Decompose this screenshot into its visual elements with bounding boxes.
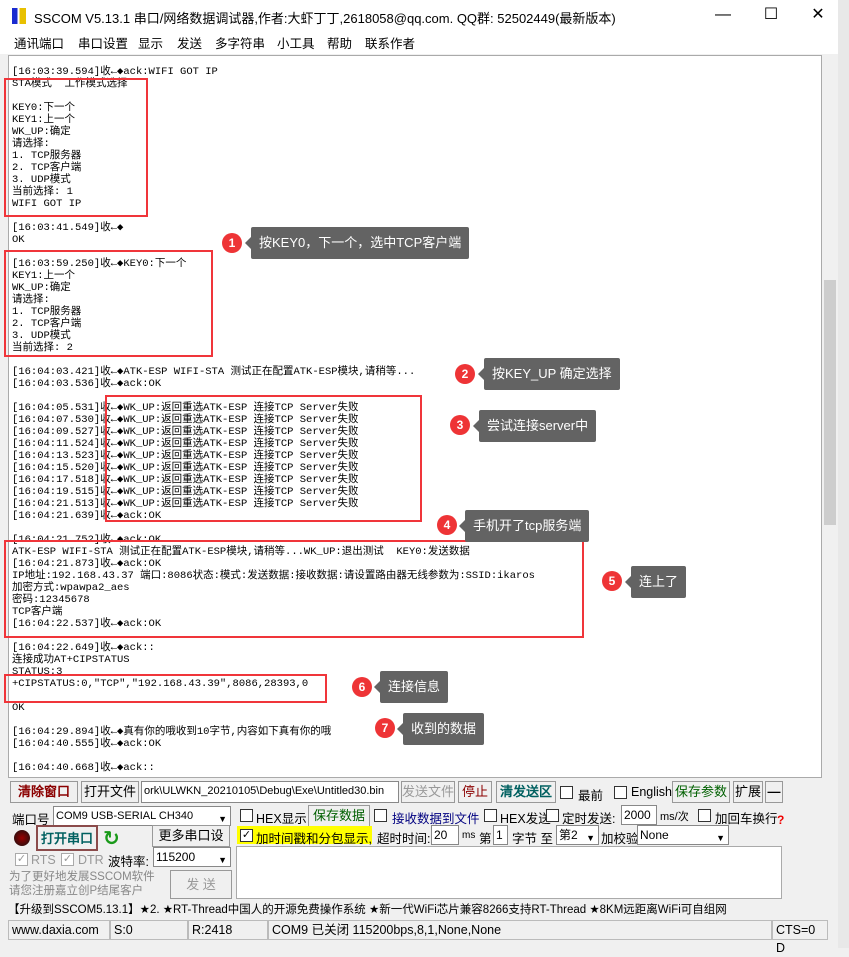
timeout-input[interactable]: 20 [431, 825, 459, 845]
hex-display-label: HEX显示 [256, 812, 307, 826]
annotation-number: 2 [455, 364, 475, 384]
open-port-button[interactable]: 打开串口 [36, 825, 98, 851]
timestamp-label: 加时间戳和分包显示, [256, 832, 372, 846]
menu-bar: 通讯端口 串口设置 显示 发送 多字符串 小工具 帮助 联系作者 [0, 30, 838, 54]
interval-unit: ms/次 [660, 811, 689, 823]
status-cts: CTS=0 D [772, 920, 828, 955]
checksum-label: 加校验 [601, 832, 639, 846]
annotation-number: 4 [437, 515, 457, 535]
close-button[interactable]: ✕ [795, 0, 841, 30]
send-button[interactable]: 发 送 [170, 870, 232, 899]
port-select[interactable]: COM9 USB-SERIAL CH340 [53, 806, 231, 826]
add-crlf-checkbox[interactable] [698, 809, 711, 822]
status-website[interactable]: www.daxia.com [8, 920, 110, 940]
interval-input[interactable]: 2000 [621, 805, 657, 825]
highlight-box-4 [4, 540, 584, 638]
topmost-label: 最前 [578, 789, 604, 803]
topmost-checkbox[interactable] [560, 786, 573, 799]
timed-send-checkbox[interactable] [546, 809, 559, 822]
help-icon[interactable]: ? [777, 813, 784, 827]
timeout-label: 超时时间: [377, 832, 431, 846]
annotation-callout: 收到的数据 [396, 713, 485, 745]
status-sent-count: S:0 [110, 920, 188, 940]
background-window [838, 0, 849, 948]
baud-label: 波特率: [108, 855, 149, 869]
highlight-box-1 [4, 78, 148, 217]
hex-send-checkbox[interactable] [484, 809, 497, 822]
expand-button[interactable]: 扩展 [733, 781, 763, 803]
log-line: [16:04:22.649]收←◆ack:: [12, 642, 155, 654]
dtr-label: DTR [78, 853, 104, 867]
title-bar: SSCOM V5.13.1 串口/网络数据调试器,作者:大虾丁丁,2618058… [0, 0, 838, 30]
rts-label: RTS [31, 853, 56, 867]
save-data-button[interactable]: 保存数据 [308, 805, 370, 827]
byte-to-label: 字节 至 [512, 832, 553, 846]
annotation-callout: 手机开了tcp服务端 [458, 510, 590, 542]
annotation-callout: 连接信息 [373, 671, 449, 703]
send-file-button[interactable]: 发送文件 [401, 781, 455, 803]
highlight-box-2 [4, 250, 213, 357]
english-checkbox[interactable] [614, 786, 627, 799]
log-scrollbar-thumb[interactable] [824, 280, 836, 525]
app-logo-icon [12, 8, 26, 24]
annotation-callout: 按KEY0，下一个，选中TCP客户端 [244, 227, 470, 259]
port-status-indicator-icon [14, 830, 30, 846]
annotation-number: 5 [602, 571, 622, 591]
menu-help[interactable]: 帮助 [327, 33, 352, 52]
menu-serial-settings[interactable]: 串口设置 [78, 33, 128, 52]
promo-text[interactable]: 为了更好地发展SSCOM软件 请您注册嘉立创P结尾客户 [9, 870, 155, 898]
recv-to-file-checkbox[interactable] [374, 809, 387, 822]
log-line: [16:04:40.668]收←◆ack:: [12, 762, 155, 774]
window-title: SSCOM V5.13.1 串口/网络数据调试器,作者:大虾丁丁,2618058… [34, 11, 616, 26]
minimize-button[interactable]: — [700, 0, 746, 30]
log-line: 连接成功AT+CIPSTATUS [12, 654, 130, 666]
menu-display[interactable]: 显示 [138, 33, 163, 52]
rts-checkbox[interactable]: ✓ [15, 853, 28, 866]
status-recv-count: R:2418 [188, 920, 268, 940]
highlight-box-5 [4, 674, 327, 703]
menu-comm-port[interactable]: 通讯端口 [14, 33, 64, 52]
byte-from-label: 第 [479, 832, 492, 846]
file-path-input[interactable]: ork\ULWKN_20210105\Debug\Exe\Untitled30.… [141, 781, 399, 803]
annotation-number: 6 [352, 677, 372, 697]
byte-to-select[interactable]: 第2 [556, 825, 599, 845]
timestamp-checkbox[interactable]: ✓ [240, 829, 253, 842]
clear-send-button[interactable]: 清发送区 [496, 781, 556, 803]
status-port-info: COM9 已关闭 115200bps,8,1,None,None [268, 920, 772, 940]
timeout-unit: ms [462, 830, 476, 841]
dtr-checkbox[interactable]: ✓ [61, 853, 74, 866]
refresh-icon[interactable]: ↻ [103, 826, 120, 851]
baud-select[interactable]: 115200 [153, 847, 231, 867]
more-settings-button[interactable]: 更多串口设置 [152, 825, 230, 863]
clear-window-button[interactable]: 清除窗口 [10, 781, 78, 803]
menu-multi-string[interactable]: 多字符串 [215, 33, 265, 52]
send-input[interactable] [236, 846, 782, 899]
annotation-callout: 按KEY_UP 确定选择 [478, 358, 620, 390]
menu-contact[interactable]: 联系作者 [365, 33, 415, 52]
annotation-number: 1 [222, 233, 242, 253]
annotation-number: 3 [450, 415, 470, 435]
save-params-button[interactable]: 保存参数 [672, 781, 730, 803]
menu-tools[interactable]: 小工具 [277, 33, 315, 52]
maximize-button[interactable]: ☐ [748, 0, 794, 30]
stop-button[interactable]: 停止 [458, 781, 492, 803]
highlight-box-3 [105, 395, 422, 522]
annotation-callout: 尝试连接server中 [472, 410, 597, 442]
news-ticker[interactable]: 【升级到SSCOM5.13.1】★2. ★RT-Thread中国人的开源免费操作… [8, 901, 727, 917]
byte-from-input[interactable]: 1 [493, 825, 508, 845]
checksum-select[interactable]: None [637, 825, 729, 845]
open-file-button[interactable]: 打开文件 [81, 781, 139, 803]
annotation-callout: 连上了 [624, 566, 687, 598]
annotation-number: 7 [375, 718, 395, 738]
log-line: [16:03:39.594]收←◆ack:WIFI GOT IP [12, 66, 218, 78]
hex-display-checkbox[interactable] [240, 809, 253, 822]
english-label: English [631, 785, 672, 799]
collapse-button[interactable]: — [765, 781, 783, 803]
menu-send[interactable]: 发送 [177, 33, 202, 52]
